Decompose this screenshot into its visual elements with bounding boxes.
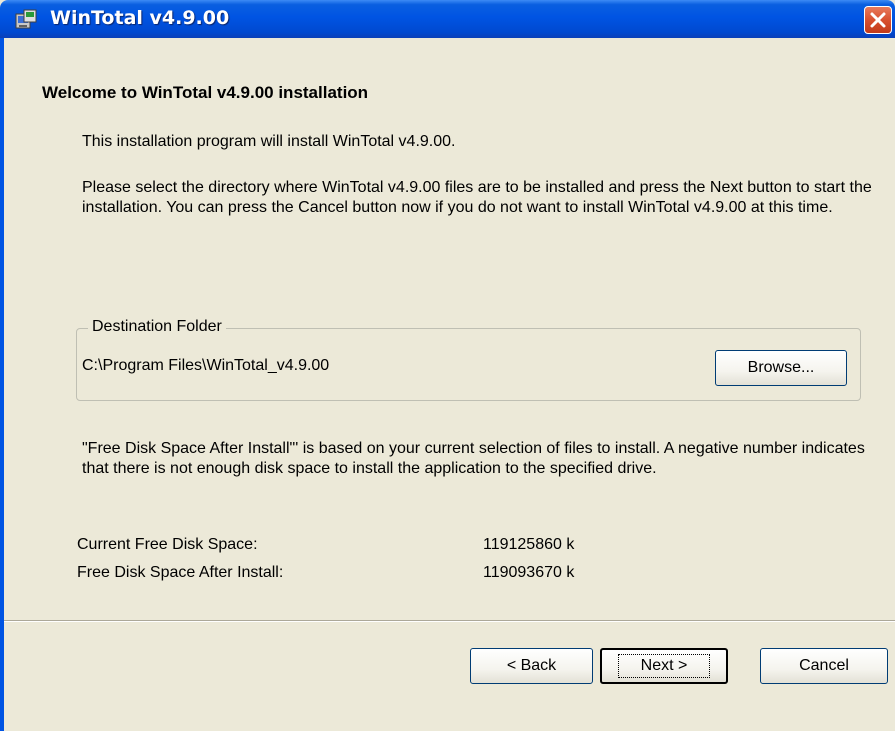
destination-folder-legend: Destination Folder [88,318,226,336]
current-free-space-value: 119125860 k [483,536,575,553]
destination-path: C:\Program Files\WinTotal_v4.9.00 [82,357,330,374]
title-bar[interactable]: WinTotal v4.9.00 [0,0,895,38]
current-free-space-label: Current Free Disk Space: [77,536,258,553]
after-install-space-value: 119093670 k [483,564,575,581]
next-button[interactable]: Next > [600,648,728,684]
after-install-space-label: Free Disk Space After Install: [77,564,284,581]
window-title: WinTotal v4.9.00 [50,7,230,29]
window-border [0,38,4,731]
instructions-text: Please select the directory where WinTot… [82,179,872,216]
cancel-button[interactable]: Cancel [760,648,888,684]
close-button[interactable] [864,6,892,34]
cancel-button-label: Cancel [799,657,849,674]
button-separator [4,620,895,622]
installer-icon [14,8,38,30]
disk-space-note: "Free Disk Space After Install"' is base… [82,440,865,477]
page-heading: Welcome to WinTotal v4.9.00 installation [42,83,369,102]
back-button[interactable]: < Back [470,648,593,684]
close-icon [865,7,891,33]
intro-text: This installation program will install W… [82,133,456,150]
browse-button[interactable]: Browse... [715,350,847,386]
browse-button-label: Browse... [747,359,815,376]
next-button-label: Next > [617,654,711,678]
back-button-label: < Back [506,657,557,674]
